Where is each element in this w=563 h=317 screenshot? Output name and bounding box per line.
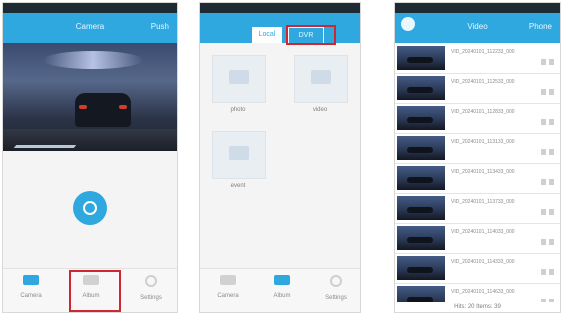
tab-camera[interactable]: Camera xyxy=(11,275,51,299)
download-icon[interactable] xyxy=(541,89,546,95)
video-row[interactable]: VID_20240101_112533_000 xyxy=(395,73,560,104)
list-footer: Hits: 20 Items: 39 xyxy=(395,302,560,312)
video-filename: VID_20240101_112833_000 xyxy=(451,109,515,115)
album-event[interactable] xyxy=(212,131,266,179)
video-filename: VID_20240101_112233_000 xyxy=(451,49,515,55)
delete-icon[interactable] xyxy=(549,59,554,65)
car-body xyxy=(75,93,131,127)
camera-icon xyxy=(220,275,236,285)
video-list: VID_20240101_112233_000 VID_20240101_112… xyxy=(395,43,560,312)
download-icon[interactable] xyxy=(541,149,546,155)
video-thumbnail xyxy=(397,46,445,70)
tab-label-camera: Camera xyxy=(217,293,239,299)
delete-icon[interactable] xyxy=(549,209,554,215)
road xyxy=(3,129,177,151)
car-tail-light-right xyxy=(119,105,127,109)
download-icon[interactable] xyxy=(541,59,546,65)
album-video[interactable] xyxy=(294,55,348,103)
video-thumbnail xyxy=(397,76,445,100)
album-label-video: video xyxy=(312,107,328,113)
video-filename: VID_20240101_113133_000 xyxy=(451,139,515,145)
video-row[interactable]: VID_20240101_112833_000 xyxy=(395,103,560,134)
video-row[interactable]: VID_20240101_113433_000 xyxy=(395,163,560,194)
delete-icon[interactable] xyxy=(549,149,554,155)
push-button[interactable]: Push xyxy=(151,22,169,31)
tab-settings[interactable]: Settings xyxy=(131,275,171,301)
camera-icon xyxy=(23,275,39,285)
download-icon[interactable] xyxy=(541,239,546,245)
album-icon xyxy=(274,275,290,285)
tab-label-camera: Camera xyxy=(20,293,42,299)
lane-marking xyxy=(13,145,77,148)
album-label-photo: photo xyxy=(230,107,246,113)
download-icon[interactable] xyxy=(541,269,546,275)
status-bar xyxy=(200,3,360,13)
video-row[interactable]: VID_20240101_112233_000 xyxy=(395,43,560,74)
title-bar: Local DVR xyxy=(200,13,360,45)
title-bar: Video Phone xyxy=(395,13,560,43)
delete-icon[interactable] xyxy=(549,89,554,95)
status-bar xyxy=(3,3,177,13)
download-icon[interactable] xyxy=(541,179,546,185)
phone-camera-screen: Camera Push Camera Album Settings xyxy=(2,2,178,313)
download-icon[interactable] xyxy=(541,119,546,125)
delete-icon[interactable] xyxy=(549,239,554,245)
tab-camera[interactable]: Camera xyxy=(208,275,248,299)
highlight-album-tab xyxy=(69,270,121,312)
car-tail-light-left xyxy=(79,105,87,109)
video-filename: VID_20240101_114033_000 xyxy=(451,229,515,235)
video-thumbnail xyxy=(397,136,445,160)
video-filename: VID_20240101_113733_000 xyxy=(451,199,515,205)
delete-icon[interactable] xyxy=(549,269,554,275)
phone-button[interactable]: Phone xyxy=(529,22,552,31)
download-icon[interactable] xyxy=(541,209,546,215)
live-camera-preview xyxy=(3,43,177,151)
tab-settings[interactable]: Settings xyxy=(316,275,356,301)
tab-album[interactable]: Album xyxy=(262,275,302,299)
video-row[interactable]: VID_20240101_113733_000 xyxy=(395,193,560,224)
video-thumbnail xyxy=(397,196,445,220)
tab-label-album: Album xyxy=(273,293,291,299)
status-bar xyxy=(395,3,560,13)
video-filename: VID_20240101_114333_000 xyxy=(451,259,515,265)
bottom-tabbar: Camera Album Settings xyxy=(200,268,360,312)
highlight-dvr-segment xyxy=(286,25,336,45)
delete-icon[interactable] xyxy=(549,119,554,125)
tab-label-settings: Settings xyxy=(140,295,162,301)
video-filename: VID_20240101_112533_000 xyxy=(451,79,515,85)
gear-icon xyxy=(330,275,342,287)
delete-icon[interactable] xyxy=(549,179,554,185)
album-label-event: event xyxy=(230,183,246,189)
phone-album-screen: Local DVR photo video event Camera Album… xyxy=(199,2,361,313)
phone-video-list-screen: Video Phone VID_20240101_112233_000 VID_… xyxy=(394,2,561,313)
segment-local[interactable]: Local xyxy=(252,27,282,43)
video-thumbnail xyxy=(397,226,445,250)
title-bar: Camera Push xyxy=(3,13,177,43)
tab-label-settings: Settings xyxy=(325,295,347,301)
source-segmented-control: Local DVR xyxy=(200,27,360,49)
camera-shutter-icon xyxy=(83,201,97,215)
video-thumbnail xyxy=(397,106,445,130)
video-thumbnail xyxy=(397,256,445,280)
tunnel-light xyxy=(43,51,143,69)
video-row[interactable]: VID_20240101_113133_000 xyxy=(395,133,560,164)
capture-button[interactable] xyxy=(73,191,107,225)
video-filename: VID_20240101_113433_000 xyxy=(451,169,515,175)
video-thumbnail xyxy=(397,166,445,190)
video-row[interactable]: VID_20240101_114333_000 xyxy=(395,253,560,284)
video-filename: VID_20240101_114633_000 xyxy=(451,289,515,295)
album-photo[interactable] xyxy=(212,55,266,103)
video-row[interactable]: VID_20240101_114033_000 xyxy=(395,223,560,254)
gear-icon xyxy=(145,275,157,287)
